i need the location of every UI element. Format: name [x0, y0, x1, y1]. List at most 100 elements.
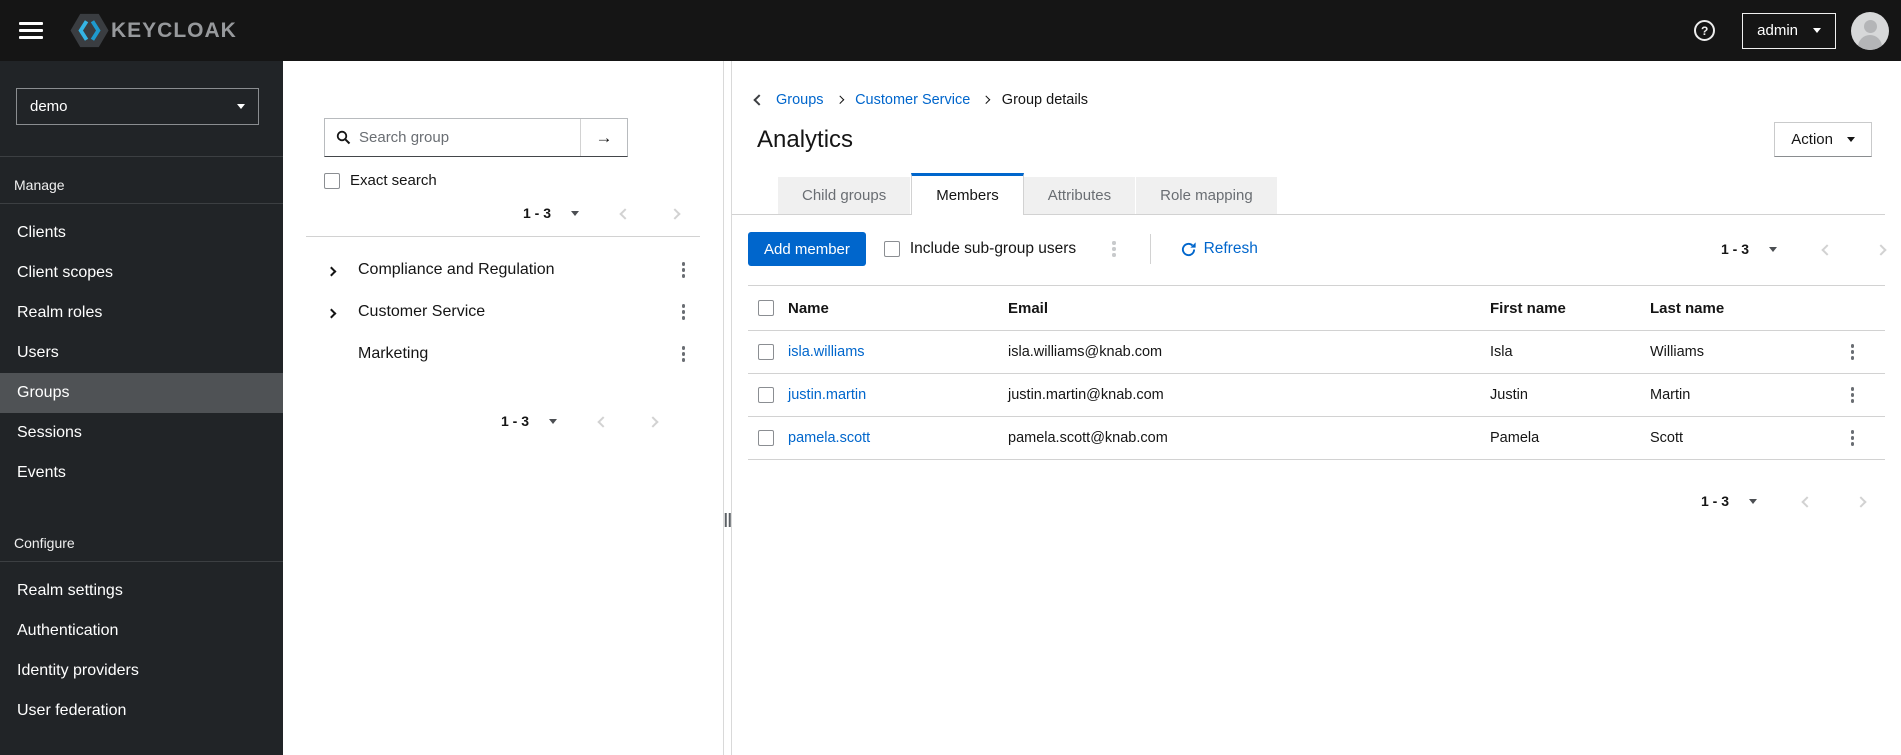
pagination-prev-button[interactable]: [1821, 242, 1833, 257]
sidebar-item-client-scopes[interactable]: Client scopes: [0, 253, 283, 293]
chevron-down-icon: [549, 418, 557, 424]
search-submit-button[interactable]: →: [580, 119, 627, 156]
kebab-menu-icon[interactable]: [681, 262, 685, 278]
expand-chevron-icon[interactable]: [321, 263, 341, 278]
column-header-email: Email: [1008, 299, 1049, 317]
search-input[interactable]: [325, 119, 580, 156]
kebab-menu-icon[interactable]: [1850, 430, 1855, 446]
user-menu-dropdown[interactable]: admin: [1742, 12, 1836, 49]
realm-selector[interactable]: demo: [16, 88, 259, 125]
group-name[interactable]: Marketing: [358, 345, 428, 363]
tab-attributes[interactable]: Attributes: [1023, 177, 1136, 214]
kebab-menu-icon[interactable]: [1850, 387, 1855, 403]
divider: [306, 236, 700, 237]
chevron-down-icon: [571, 210, 579, 216]
member-last-name: Scott: [1650, 430, 1684, 446]
group-tree-panel: → Exact search 1 - 3 Compliance and Regu…: [283, 61, 723, 755]
tree-item-compliance-and-regulation: Compliance and Regulation: [283, 249, 723, 291]
exact-search-checkbox[interactable]: [324, 172, 340, 189]
pagination-menu-toggle[interactable]: 1 - 3: [1721, 241, 1777, 257]
drag-grip-icon: [724, 513, 731, 527]
kebab-menu-icon[interactable]: [681, 346, 685, 362]
table-row: pamela.scott pamela.scott@knab.com Pamel…: [748, 417, 1885, 460]
group-name[interactable]: Customer Service: [358, 303, 485, 321]
include-subgroup-checkbox[interactable]: [883, 241, 900, 257]
realm-name: demo: [30, 98, 68, 115]
table-row: isla.williams isla.williams@knab.com Isl…: [748, 331, 1885, 374]
sidebar-item-user-federation[interactable]: User federation: [0, 691, 283, 731]
sidebar-item-sessions[interactable]: Sessions: [0, 413, 283, 453]
pagination-next-button[interactable]: [647, 414, 659, 429]
row-checkbox[interactable]: [758, 387, 774, 403]
chevron-down-icon: [1769, 246, 1777, 252]
pagination-prev-button[interactable]: [619, 206, 631, 221]
pagination-range: 1 - 3: [1700, 493, 1729, 509]
tree-item-customer-service: Customer Service: [283, 291, 723, 333]
kebab-menu-icon[interactable]: [1850, 344, 1855, 360]
member-username-link[interactable]: pamela.scott: [788, 430, 870, 446]
breadcrumb-groups-link[interactable]: Groups: [776, 92, 824, 108]
chevron-down-icon: [237, 104, 245, 109]
exact-search-label: Exact search: [350, 172, 437, 189]
chevron-down-icon: [1749, 498, 1757, 504]
tree-pagination-top: 1 - 3: [283, 205, 681, 221]
pagination-prev-button[interactable]: [1801, 494, 1813, 509]
chevron-down-icon: [1813, 28, 1821, 33]
tab-members[interactable]: Members: [911, 173, 1024, 215]
kebab-menu-icon[interactable]: [681, 304, 685, 320]
keycloak-logo: KEYCLOAK: [70, 13, 237, 48]
pagination-menu-toggle[interactable]: 1 - 3: [501, 413, 557, 429]
chevron-down-icon: [1847, 137, 1855, 142]
member-email: pamela.scott@knab.com: [1008, 430, 1168, 446]
pagination-menu-toggle[interactable]: 1 - 3: [1701, 493, 1757, 509]
member-username-link[interactable]: isla.williams: [788, 344, 865, 360]
add-member-button[interactable]: Add member: [748, 232, 866, 266]
action-label: Action: [1791, 131, 1833, 148]
tree-item-marketing: Marketing: [283, 333, 723, 375]
pagination-next-button[interactable]: [1875, 242, 1887, 257]
back-icon[interactable]: [753, 94, 765, 106]
arrow-right-icon: →: [595, 127, 613, 147]
divider: [0, 561, 283, 562]
member-last-name: Martin: [1650, 387, 1691, 403]
sidebar-item-groups[interactable]: Groups: [0, 373, 283, 413]
breadcrumb-current: Group details: [1001, 92, 1089, 108]
panel-resize-handle[interactable]: [723, 61, 732, 755]
nav-toggle-icon[interactable]: [19, 22, 43, 39]
member-username-link[interactable]: justin.martin: [788, 387, 866, 403]
row-checkbox[interactable]: [758, 344, 774, 360]
member-first-name: Justin: [1490, 387, 1528, 403]
sidebar-item-events[interactable]: Events: [0, 453, 283, 493]
sidebar-item-realm-settings[interactable]: Realm settings: [0, 571, 283, 611]
breadcrumb-customer-service-link[interactable]: Customer Service: [855, 92, 970, 108]
refresh-button[interactable]: Refresh: [1181, 240, 1258, 258]
sidebar-item-users[interactable]: Users: [0, 333, 283, 373]
section-label-manage: Manage: [14, 177, 65, 193]
member-email: isla.williams@knab.com: [1008, 344, 1163, 360]
kebab-menu-icon[interactable]: [1112, 241, 1116, 257]
refresh-label: Refresh: [1203, 240, 1258, 257]
sidebar-item-identity-providers[interactable]: Identity providers: [0, 651, 283, 691]
expand-chevron-icon[interactable]: [321, 305, 341, 320]
avatar[interactable]: [1851, 11, 1889, 50]
sidebar-item-authentication[interactable]: Authentication: [0, 611, 283, 651]
pagination-next-button[interactable]: [669, 206, 681, 221]
username: admin: [1757, 22, 1798, 39]
sidebar-item-realm-roles[interactable]: Realm roles: [0, 293, 283, 333]
column-header-last-name: Last name: [1650, 299, 1725, 317]
member-email: justin.martin@knab.com: [1008, 387, 1164, 403]
tab-child-groups[interactable]: Child groups: [778, 177, 911, 214]
select-all-checkbox[interactable]: [758, 300, 774, 316]
group-name[interactable]: Compliance and Regulation: [358, 261, 555, 279]
pagination-prev-button[interactable]: [597, 414, 609, 429]
pagination-menu-toggle[interactable]: 1 - 3: [523, 205, 579, 221]
pagination-next-button[interactable]: [1855, 494, 1867, 509]
row-checkbox[interactable]: [758, 430, 774, 446]
tab-role-mapping[interactable]: Role mapping: [1136, 177, 1277, 214]
members-table: Name Email First name Last name isla.wil…: [748, 285, 1885, 460]
sidebar-item-clients[interactable]: Clients: [0, 213, 283, 253]
members-pagination-top: 1 - 3: [1721, 241, 1887, 257]
member-last-name: Williams: [1650, 344, 1704, 360]
help-icon[interactable]: ?: [1694, 20, 1716, 41]
action-dropdown-button[interactable]: Action: [1774, 122, 1872, 157]
